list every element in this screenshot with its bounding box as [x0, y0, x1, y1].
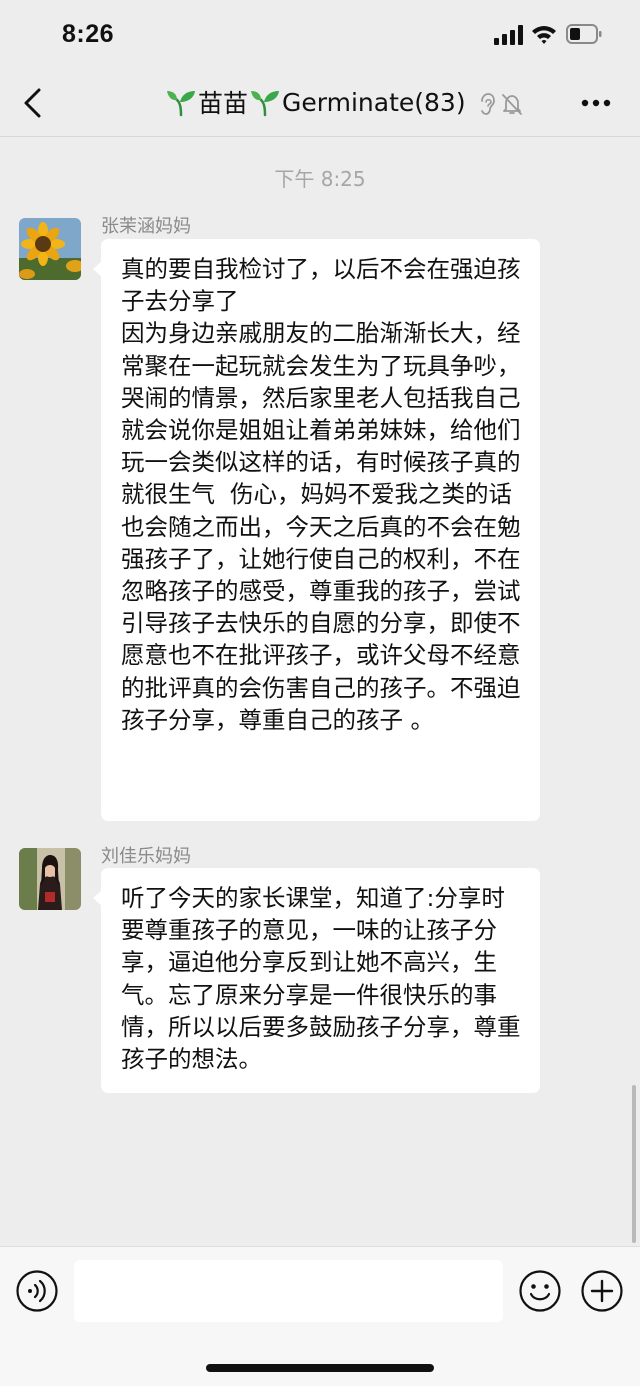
- sender-name: 刘佳乐妈妈: [101, 846, 191, 867]
- woman-portrait-avatar[interactable]: [19, 848, 81, 910]
- emoji-icon[interactable]: [518, 1269, 562, 1313]
- input-bar: [0, 1246, 640, 1386]
- sprout-icon: [167, 91, 195, 117]
- more-icon[interactable]: [580, 98, 612, 108]
- sunflower-image: [19, 218, 81, 280]
- nav-bar: 苗苗 Germinate(83): [0, 70, 640, 137]
- sprout-icon: [251, 91, 280, 117]
- status-bar: 8:26: [0, 0, 640, 70]
- home-indicator[interactable]: [206, 1364, 434, 1372]
- chat-title-suffix: Germinate(83): [282, 87, 466, 117]
- battery-icon: [566, 24, 602, 44]
- message-input[interactable]: [74, 1260, 503, 1322]
- mute-icon: [502, 94, 522, 115]
- scroll-indicator[interactable]: [632, 1085, 636, 1243]
- chat-title-text: 苗苗: [198, 89, 249, 118]
- voice-icon[interactable]: [15, 1269, 59, 1313]
- chat-timestamp: 下午 8:25: [274, 167, 366, 191]
- sunflower-avatar[interactable]: [19, 218, 81, 280]
- status-time: 8:26: [62, 20, 115, 48]
- wifi-icon: [532, 26, 556, 44]
- ear-icon: [481, 93, 495, 115]
- sender-name: 张茉涵妈妈: [101, 216, 191, 237]
- portrait-image: [19, 848, 81, 910]
- back-icon[interactable]: [20, 86, 46, 120]
- chat-title[interactable]: 苗苗 Germinate(83): [166, 84, 468, 120]
- message-bubble[interactable]: 听了今天的家长课堂，知道了:分享时要尊重孩子的意见，一味的让孩子分享，逼迫他分享…: [93, 868, 540, 1093]
- message-bubble[interactable]: 真的要自我检讨了，以后不会在强迫孩子去分享了 因为身边亲戚朋友的二胎渐渐长大，经…: [93, 239, 540, 821]
- signal-icon: [494, 25, 523, 45]
- plus-icon[interactable]: [580, 1269, 624, 1313]
